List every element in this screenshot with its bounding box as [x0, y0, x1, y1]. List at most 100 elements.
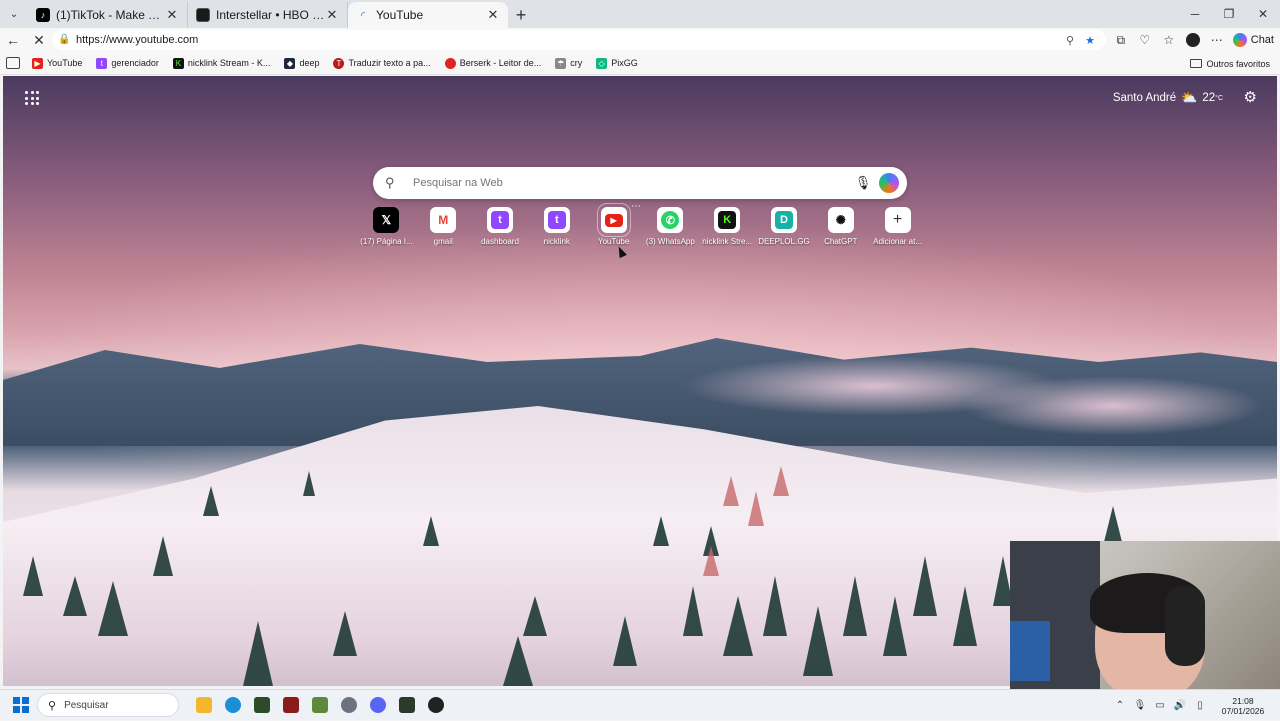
clock[interactable]: 21:08 07/01/2026: [1210, 696, 1276, 716]
quick-link-more-icon[interactable]: ⋯: [631, 201, 641, 212]
address-bar[interactable]: 🔒 https://www.youtube.com ⚲ ★: [52, 30, 1106, 50]
bookmark-deep[interactable]: ◆ deep: [284, 57, 319, 69]
loading-icon: ◜: [360, 9, 366, 22]
toolbar-actions: ⧉ ♡ ☆ ⋯ Chat: [1109, 28, 1274, 52]
network-icon[interactable]: ▭: [1150, 700, 1170, 711]
new-tab-button[interactable]: +: [508, 2, 534, 28]
tab-close-icon[interactable]: ✕: [486, 7, 500, 23]
discord-icon[interactable]: [363, 690, 392, 721]
quick-link-gmail[interactable]: Mgmail: [415, 207, 472, 246]
quick-link-label: gmail: [433, 237, 453, 246]
search-icon: ⚲: [48, 699, 57, 712]
close-window-icon[interactable]: ✕: [1246, 0, 1280, 28]
chevron-up-icon[interactable]: ⌃: [1110, 700, 1130, 711]
sidebar-toggle-icon[interactable]: [6, 57, 20, 69]
taskbar-search-label: Pesquisar: [64, 699, 109, 711]
tab-title: YouTube: [376, 8, 424, 22]
media-player-icon[interactable]: [276, 690, 305, 721]
quick-link-label: YouTube: [597, 237, 630, 246]
microphone-icon[interactable]: 🎙: [851, 175, 875, 191]
address-url[interactable]: https://www.youtube.com: [76, 34, 1060, 46]
app-icon[interactable]: [247, 690, 276, 721]
search-input[interactable]: [413, 177, 851, 189]
extensions-icon[interactable]: ⧉: [1109, 28, 1133, 52]
apps-launcher-icon[interactable]: [25, 91, 39, 105]
start-windows-icon[interactable]: [13, 697, 29, 713]
minimize-icon[interactable]: ─: [1178, 0, 1212, 28]
twitch-icon: t: [96, 57, 108, 69]
profile-avatar[interactable]: [1181, 28, 1205, 52]
deep-icon: ◆: [284, 57, 296, 69]
taskbar-search[interactable]: ⚲ Pesquisar: [37, 693, 179, 717]
twitch-icon: t: [486, 207, 513, 233]
search-icon: ⚲: [385, 175, 395, 190]
tab-youtube[interactable]: ◜ YouTube ✕: [348, 2, 508, 28]
restore-icon[interactable]: ❐: [1212, 0, 1246, 28]
copilot-chat-button[interactable]: Chat: [1232, 33, 1274, 47]
zoom-icon[interactable]: ⚲: [1060, 34, 1080, 47]
obs-icon[interactable]: [421, 690, 450, 721]
stop-loading-button[interactable]: ✕: [26, 28, 52, 52]
more-options-icon[interactable]: ⋯: [1205, 28, 1229, 52]
pixgg-icon: ◇: [596, 57, 608, 69]
quick-link-youtube[interactable]: ▶ YouTube: [585, 203, 642, 246]
hbo-max-icon: [196, 8, 210, 22]
bookmark-pixgg[interactable]: ◇ PixGG: [596, 57, 638, 69]
battery-icon[interactable]: ▯: [1190, 700, 1210, 711]
page-settings-gear-icon[interactable]: ⚙: [1244, 88, 1257, 106]
other-favorites[interactable]: Outros favoritos: [1190, 52, 1270, 75]
quick-link-label: (17) Página I...: [360, 237, 413, 246]
tab-tiktok[interactable]: ♪ (1)TikTok - Make Your Day ✕: [28, 2, 188, 28]
favorites-icon[interactable]: ☆: [1157, 28, 1181, 52]
clock-time: 21:08: [1232, 695, 1254, 706]
bookmark-youtube[interactable]: ▶ YouTube: [32, 57, 82, 69]
window-controls: ─ ❐ ✕: [1178, 0, 1280, 28]
tiktok-icon: ♪: [36, 8, 50, 22]
microphone-icon[interactable]: 🎙: [1130, 700, 1150, 711]
bookmark-label: nicklink Stream - K...: [187, 58, 271, 68]
ccleaner-icon[interactable]: [334, 690, 363, 721]
weather-widget[interactable]: Santo André ⛅ 22 °C: [1113, 90, 1223, 106]
quick-link-x[interactable]: 𝕏 (17) Página I...: [358, 207, 415, 246]
file-explorer-icon[interactable]: [189, 690, 218, 721]
system-tray: ⌃ 🎙 ▭ 🔊 ▯ 21:08 07/01/2026: [1110, 690, 1280, 721]
quick-link-label: dashboard: [481, 237, 519, 246]
web-search-box[interactable]: ⚲ 🎙: [373, 167, 907, 199]
kick-icon: K: [172, 57, 184, 69]
back-button[interactable]: ←: [0, 28, 26, 52]
add-quick-link[interactable]: + Adicionar at...: [869, 207, 926, 246]
youtube-icon: ▶: [32, 57, 43, 69]
volume-icon[interactable]: 🔊: [1170, 700, 1190, 711]
tab-actions-menu-icon[interactable]: ⌄: [3, 3, 25, 25]
quick-link-whatsapp[interactable]: ✆ (3) WhatsApp: [642, 207, 699, 246]
bookmark-nicklink-stream[interactable]: Knicklink Stream - K...: [172, 57, 271, 69]
league-icon[interactable]: [392, 690, 421, 721]
favorite-star-icon[interactable]: ★: [1080, 34, 1100, 47]
bookmark-gerenciador[interactable]: t gerenciador: [96, 57, 159, 69]
copilot-icon: [1232, 33, 1247, 47]
copilot-icon[interactable]: [879, 173, 899, 193]
tab-close-icon[interactable]: ✕: [165, 7, 179, 23]
bookmark-cry[interactable]: ☂ cry: [555, 57, 582, 69]
weather-city: Santo André: [1112, 92, 1177, 104]
quick-link-dashboard[interactable]: t dashboard: [472, 207, 529, 246]
edge-icon[interactable]: [218, 690, 247, 721]
quick-link-nicklink-stream[interactable]: Knicklink Stre...: [699, 207, 756, 246]
bookmark-label: Berserk - Leitor de...: [459, 58, 542, 68]
bookmark-traduzir[interactable]: T Traduzir texto a pa...: [333, 57, 431, 69]
minecraft-icon[interactable]: [305, 690, 334, 721]
webcam-overlay: [1010, 541, 1280, 693]
bookmark-berserk[interactable]: Berserk - Leitor de...: [444, 57, 542, 69]
browser-essentials-icon[interactable]: ♡: [1133, 28, 1157, 52]
quick-link-deeplol[interactable]: D DEEPLOL.GG: [756, 207, 813, 246]
taskbar: ⚲ Pesquisar ⌃ 🎙 ▭ 🔊 ▯ 21:08 07/01/2026: [0, 689, 1280, 720]
folder-icon: [1190, 59, 1203, 68]
quick-link-nicklink[interactable]: t nicklink: [528, 207, 585, 246]
tab-close-icon[interactable]: ✕: [325, 7, 339, 23]
tab-title: (1)TikTok - Make Your Day: [56, 8, 165, 22]
weather-temp: 22: [1202, 92, 1216, 104]
x-icon: 𝕏: [373, 207, 400, 233]
site-info-icon[interactable]: 🔒: [58, 34, 70, 46]
quick-link-chatgpt[interactable]: ✺ ChatGPT: [812, 207, 869, 246]
tab-hbo-max[interactable]: Interstellar • HBO Max ✕: [188, 2, 348, 28]
